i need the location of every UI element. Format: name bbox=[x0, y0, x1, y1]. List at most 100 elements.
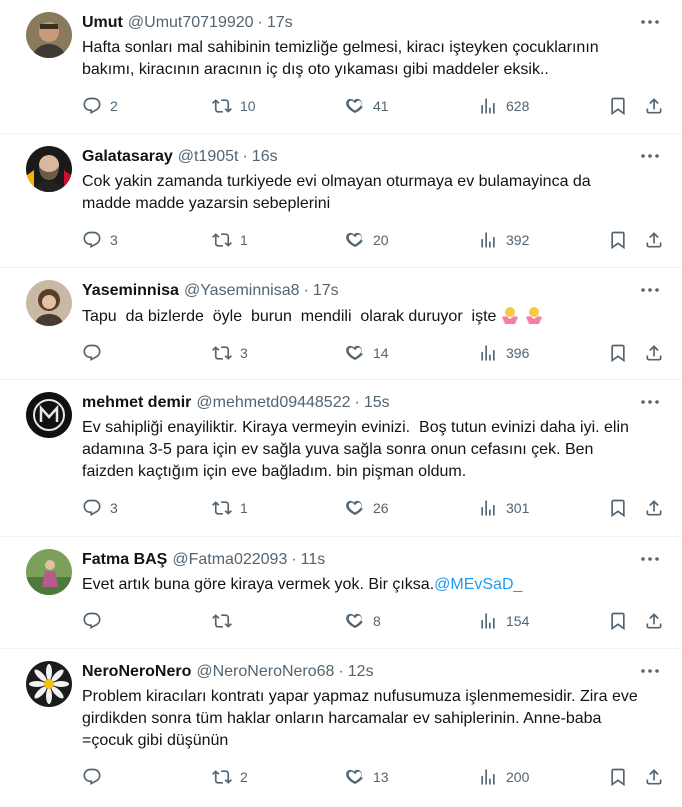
display-name[interactable]: mehmet demir bbox=[82, 392, 191, 414]
retweet-count: 2 bbox=[240, 769, 248, 785]
like-button[interactable]: 13 bbox=[345, 766, 389, 788]
like-count: 13 bbox=[373, 769, 389, 785]
separator-dot: · bbox=[242, 148, 248, 165]
views-button[interactable]: 301 bbox=[478, 497, 529, 519]
timestamp[interactable]: 16s bbox=[252, 146, 278, 168]
display-name[interactable]: NeroNeroNero bbox=[82, 661, 191, 683]
more-icon[interactable] bbox=[640, 14, 660, 30]
bookmark-button[interactable] bbox=[608, 229, 628, 251]
mention-link[interactable]: @MEvSaD_ bbox=[434, 576, 522, 593]
reply-button[interactable]: 3 bbox=[82, 229, 118, 251]
tweet-umut[interactable]: Umut @Umut70719920 · 17s Hafta sonları m… bbox=[0, 0, 682, 134]
user-handle[interactable]: @NeroNeroNero68 bbox=[196, 661, 334, 683]
display-name[interactable]: Galatasaray bbox=[82, 146, 173, 168]
bookmark-button[interactable] bbox=[608, 95, 628, 117]
reply-button[interactable]: 2 bbox=[82, 95, 118, 117]
avatar[interactable] bbox=[26, 549, 72, 595]
reply-button[interactable] bbox=[82, 610, 110, 632]
retweet-button[interactable] bbox=[212, 610, 240, 632]
like-button[interactable]: 14 bbox=[345, 342, 389, 364]
reply-button[interactable] bbox=[82, 766, 110, 788]
reply-count: 3 bbox=[110, 232, 118, 248]
share-button[interactable] bbox=[644, 610, 664, 632]
like-button[interactable]: 20 bbox=[345, 229, 389, 251]
more-icon[interactable] bbox=[640, 282, 660, 298]
reply-button[interactable]: 3 bbox=[82, 497, 118, 519]
reply-icon bbox=[82, 498, 102, 518]
tweet-galatasaray[interactable]: Galatasaray @t1905t · 16s Cok yakin zama… bbox=[0, 134, 682, 268]
views-button[interactable]: 392 bbox=[478, 229, 529, 251]
share-button[interactable] bbox=[644, 497, 664, 519]
retweet-button[interactable]: 2 bbox=[212, 766, 248, 788]
more-icon[interactable] bbox=[640, 148, 660, 164]
tweet-text: Hafta sonları mal sahibinin temizliğe ge… bbox=[82, 39, 599, 78]
separator-dot: · bbox=[354, 394, 360, 411]
like-count: 26 bbox=[373, 500, 389, 516]
avatar[interactable] bbox=[26, 280, 72, 326]
avatar[interactable] bbox=[26, 146, 72, 192]
like-button[interactable]: 41 bbox=[345, 95, 389, 117]
timestamp[interactable]: 11s bbox=[301, 549, 326, 571]
user-handle[interactable]: @Fatma022093 bbox=[172, 549, 287, 571]
reply-feed: Umut @Umut70719920 · 17s Hafta sonları m… bbox=[0, 0, 682, 807]
bookmark-button[interactable] bbox=[608, 766, 628, 788]
bookmark-button[interactable] bbox=[608, 610, 628, 632]
like-count: 41 bbox=[373, 98, 389, 114]
like-button[interactable]: 26 bbox=[345, 497, 389, 519]
retweet-button[interactable]: 1 bbox=[212, 497, 248, 519]
views-button[interactable]: 628 bbox=[478, 95, 529, 117]
retweet-button[interactable]: 3 bbox=[212, 342, 248, 364]
tweet-neroneronero[interactable]: NeroNeroNero @NeroNeroNero68 · 12s Probl… bbox=[0, 649, 682, 807]
share-icon bbox=[644, 498, 664, 518]
tweet-header: NeroNeroNero @NeroNeroNero68 · 12s bbox=[82, 661, 666, 683]
reply-button[interactable] bbox=[82, 342, 110, 364]
bookmark-button[interactable] bbox=[608, 497, 628, 519]
timestamp[interactable]: 15s bbox=[364, 392, 390, 414]
views-button[interactable]: 200 bbox=[478, 766, 529, 788]
user-handle[interactable]: @Yaseminnisa8 bbox=[184, 280, 300, 302]
views-button[interactable]: 154 bbox=[478, 610, 529, 632]
views-count: 200 bbox=[506, 769, 530, 785]
share-button[interactable] bbox=[644, 766, 664, 788]
reply-icon bbox=[82, 96, 102, 116]
bookmark-icon bbox=[608, 343, 628, 363]
retweet-button[interactable]: 10 bbox=[212, 95, 256, 117]
timestamp[interactable]: 12s bbox=[348, 661, 374, 683]
action-bar: 3 1 26 301 bbox=[82, 497, 666, 537]
share-icon bbox=[644, 230, 664, 250]
more-icon[interactable] bbox=[640, 663, 660, 679]
views-button[interactable]: 396 bbox=[478, 342, 529, 364]
avatar[interactable] bbox=[26, 661, 72, 707]
tweet-text-body: Evet artık buna göre kiraya vermek yok. … bbox=[82, 576, 435, 593]
timestamp[interactable]: 17s bbox=[313, 280, 339, 302]
tweet-text-body: Tapu da bizlerde öyle burun mendili olar… bbox=[82, 308, 497, 325]
reply-icon bbox=[82, 767, 102, 787]
display-name[interactable]: Umut bbox=[82, 12, 123, 34]
timestamp[interactable]: 17s bbox=[267, 12, 293, 34]
share-button[interactable] bbox=[644, 229, 664, 251]
user-handle[interactable]: @t1905t bbox=[178, 146, 239, 168]
display-name[interactable]: Fatma BAŞ bbox=[82, 549, 167, 571]
bookmark-icon bbox=[608, 767, 628, 787]
tweet-text: Evet artık buna göre kiraya vermek yok. … bbox=[82, 574, 666, 596]
tweet-text: Tapu da bizlerde öyle burun mendili olar… bbox=[82, 305, 666, 328]
user-handle[interactable]: @Umut70719920 bbox=[128, 12, 254, 34]
more-icon[interactable] bbox=[640, 394, 660, 410]
share-button[interactable] bbox=[644, 95, 664, 117]
avatar[interactable] bbox=[26, 392, 72, 438]
tweet-yaseminnisa[interactable]: Yaseminnisa @Yaseminnisa8 · 17s Tapu da … bbox=[0, 268, 682, 380]
like-icon bbox=[345, 767, 365, 787]
avatar[interactable] bbox=[26, 12, 72, 58]
user-handle[interactable]: @mehmetd09448522 bbox=[196, 392, 350, 414]
bookmark-button[interactable] bbox=[608, 342, 628, 364]
display-name[interactable]: Yaseminnisa bbox=[82, 280, 179, 302]
tweet-mehmet-demir[interactable]: mehmet demir @mehmetd09448522 · 15s Ev s… bbox=[0, 380, 682, 537]
like-button[interactable]: 8 bbox=[345, 610, 381, 632]
more-icon[interactable] bbox=[640, 551, 660, 567]
tweet-fatma-bas[interactable]: Fatma BAŞ @Fatma022093 · 11s Evet artık … bbox=[0, 537, 682, 649]
retweet-button[interactable]: 1 bbox=[212, 229, 248, 251]
tweet-header: Umut @Umut70719920 · 17s bbox=[82, 12, 666, 34]
views-icon bbox=[478, 343, 498, 363]
tweet-header: Fatma BAŞ @Fatma022093 · 11s bbox=[82, 549, 666, 571]
share-button[interactable] bbox=[644, 342, 664, 364]
